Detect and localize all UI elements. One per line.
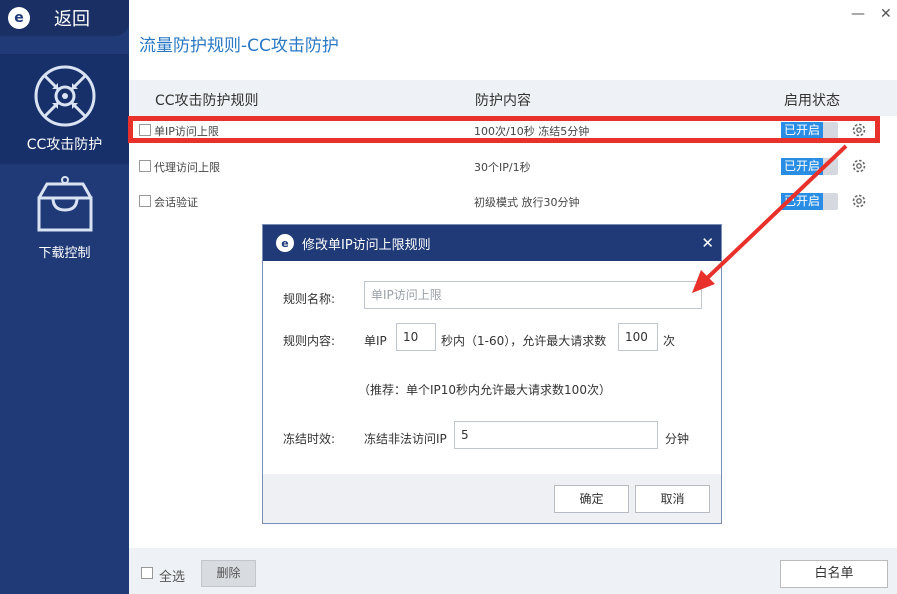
back-button[interactable]: e 返回: [0, 0, 129, 36]
status-toggle[interactable]: 已开启: [781, 158, 838, 175]
download-box-icon: [37, 176, 92, 232]
status-toggle[interactable]: 已开启: [781, 193, 838, 210]
times-unit: 次: [663, 334, 676, 348]
minimize-button[interactable]: —: [851, 6, 865, 22]
row-checkbox[interactable]: [139, 195, 151, 207]
freeze-label: 冻结时效:: [283, 432, 336, 446]
column-header-rule: CC攻击防护规则: [155, 93, 259, 109]
gear-icon[interactable]: [851, 158, 867, 174]
rule-name: 代理访问上限: [154, 161, 220, 174]
freeze-text: 冻结非法访问IP: [364, 432, 447, 446]
column-header-status: 启用状态: [784, 93, 840, 109]
app-logo-icon: e: [276, 234, 294, 252]
minute-unit: 分钟: [665, 432, 690, 446]
gear-icon[interactable]: [851, 193, 867, 209]
rule-content: 初级模式 放行30分钟: [474, 196, 580, 209]
sidebar-item-label: 下载控制: [38, 246, 91, 261]
dialog-header: e 修改单IP访问上限规则 ✕: [263, 225, 721, 261]
dialog-footer: 确定 取消: [263, 474, 721, 523]
single-ip-label: 单IP: [364, 334, 387, 348]
edit-rule-dialog: e 修改单IP访问上限规则 ✕ 规则名称: 单IP访问上限 规则内容: 单IP …: [262, 224, 722, 524]
status-toggle-label: 已开启: [781, 193, 823, 210]
select-all-checkbox[interactable]: [141, 567, 153, 579]
dialog-title: 修改单IP访问上限规则: [302, 237, 431, 253]
select-all-label[interactable]: 全选: [159, 566, 185, 585]
column-header-content: 防护内容: [475, 93, 531, 109]
sidebar: e 返回 CC攻击防护 下载控制: [0, 0, 129, 594]
seconds-text: 秒内（1-60），允许最大请求数: [441, 334, 607, 348]
delete-button[interactable]: 删除: [201, 560, 256, 587]
crosshair-shield-icon: [34, 65, 95, 127]
row-checkbox[interactable]: [139, 160, 151, 172]
max-requests-input[interactable]: 100: [618, 323, 658, 351]
recommendation-hint: （推荐：单个IP10秒内允许最大请求数100次）: [358, 383, 611, 397]
freeze-minutes-input[interactable]: 5: [454, 421, 658, 449]
whitelist-button[interactable]: 白名单: [780, 560, 888, 588]
rule-name-input[interactable]: 单IP访问上限: [364, 281, 702, 309]
rule-content-label: 规则内容:: [283, 334, 336, 348]
back-label: 返回: [54, 9, 90, 30]
sidebar-item-label: CC攻击防护: [26, 137, 103, 153]
bottom-bar: 全选 删除 白名单: [129, 548, 897, 594]
dialog-close-button[interactable]: ✕: [701, 234, 714, 252]
table-row: 代理访问上限 30个IP/1秒 已开启: [129, 150, 897, 184]
highlight-box: [128, 116, 880, 143]
rule-content: 30个IP/1秒: [474, 161, 531, 174]
sidebar-item-download-control[interactable]: 下载控制: [0, 176, 129, 276]
seconds-input[interactable]: 10: [396, 323, 436, 351]
rule-name: 会话验证: [154, 196, 198, 209]
page-title: 流量防护规则-CC攻击防护: [139, 36, 339, 56]
rule-name-label: 规则名称:: [283, 292, 336, 306]
table-header: CC攻击防护规则 防护内容 启用状态: [129, 80, 897, 116]
status-toggle-label: 已开启: [781, 158, 823, 175]
table-row: 会话验证 初级模式 放行30分钟 已开启: [129, 185, 897, 219]
cancel-button[interactable]: 取消: [635, 485, 710, 513]
sidebar-item-cc-protection[interactable]: CC攻击防护: [0, 54, 129, 164]
confirm-button[interactable]: 确定: [554, 485, 629, 513]
app-logo-icon: e: [8, 7, 30, 29]
dialog-body: 规则名称: 单IP访问上限 规则内容: 单IP 10 秒内（1-60），允许最大…: [263, 261, 721, 474]
close-window-button[interactable]: ✕: [880, 6, 892, 22]
